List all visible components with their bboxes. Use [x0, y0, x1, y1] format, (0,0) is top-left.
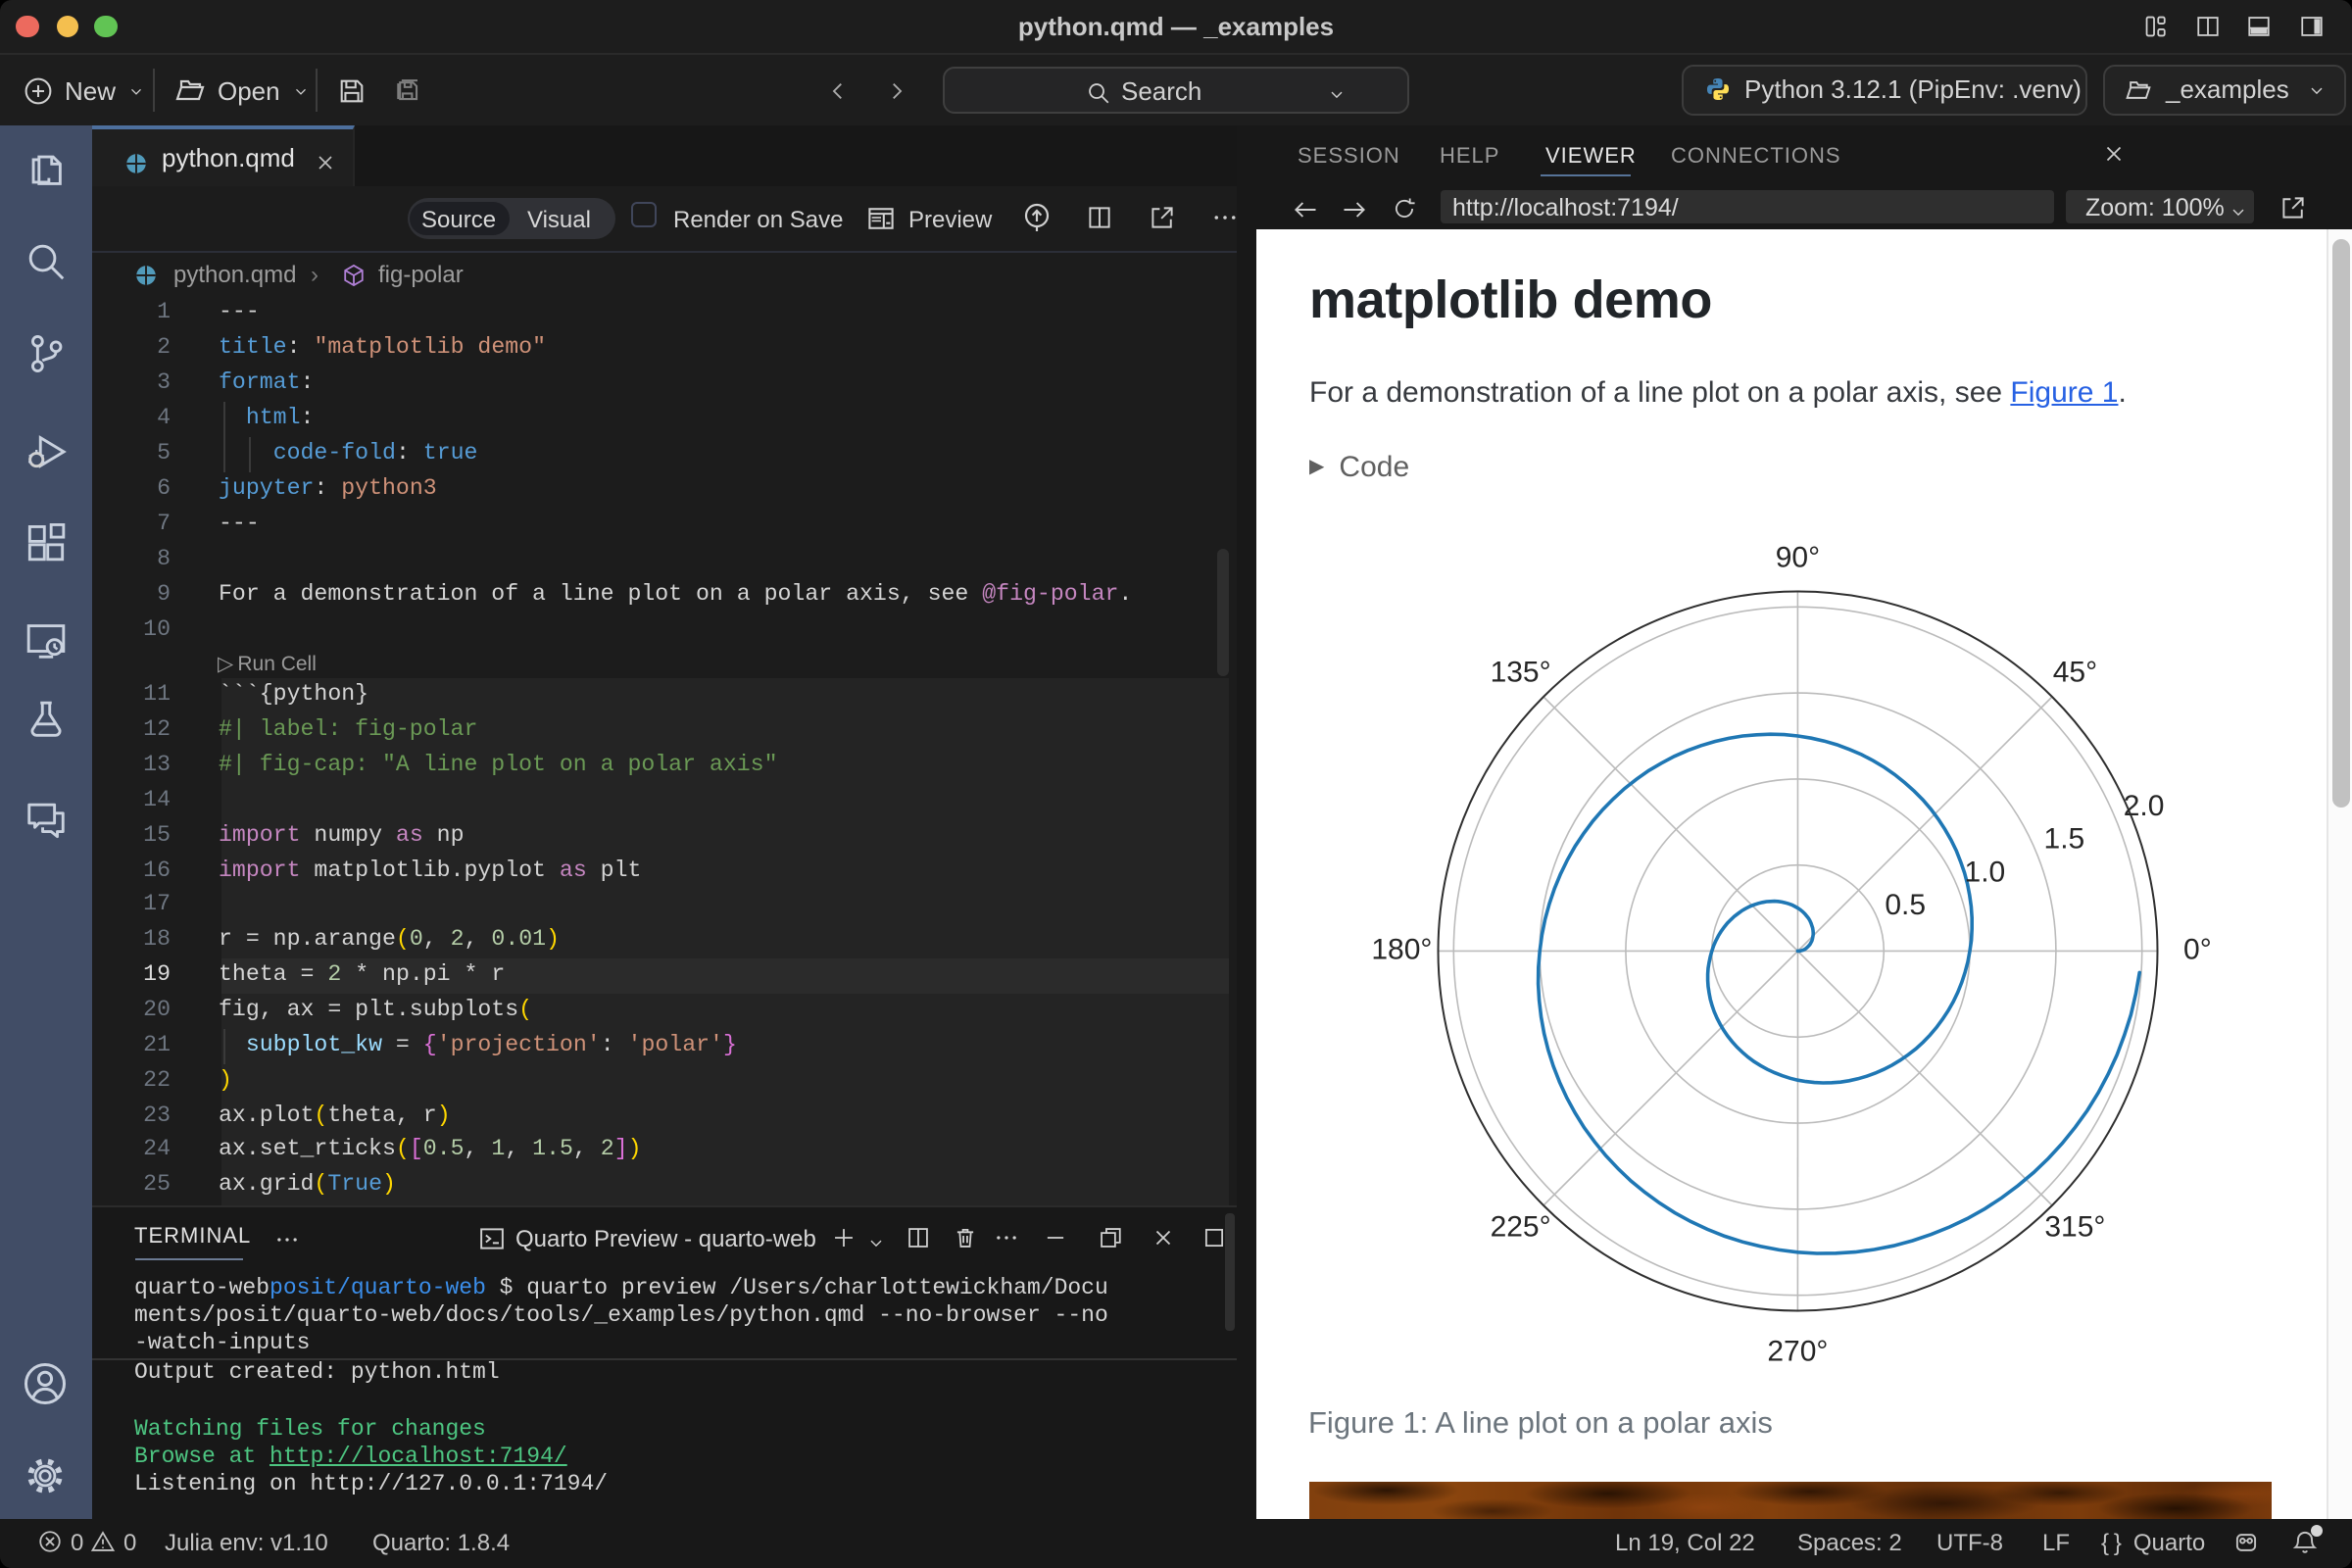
svg-text:2.0: 2.0 [2124, 789, 2165, 821]
svg-text:315°: 315° [2044, 1209, 2105, 1242]
svg-text:180°: 180° [1371, 932, 1432, 964]
svg-text:1.0: 1.0 [1965, 855, 2006, 887]
svg-text:90°: 90° [1776, 540, 1820, 572]
svg-text:45°: 45° [2053, 656, 2097, 688]
svg-text:225°: 225° [1491, 1209, 1551, 1242]
svg-text:0.5: 0.5 [1885, 888, 1926, 920]
svg-text:1.5: 1.5 [2044, 822, 2085, 855]
svg-text:0°: 0° [2183, 932, 2212, 964]
svg-text:270°: 270° [1767, 1334, 1828, 1366]
svg-text:135°: 135° [1491, 656, 1551, 688]
